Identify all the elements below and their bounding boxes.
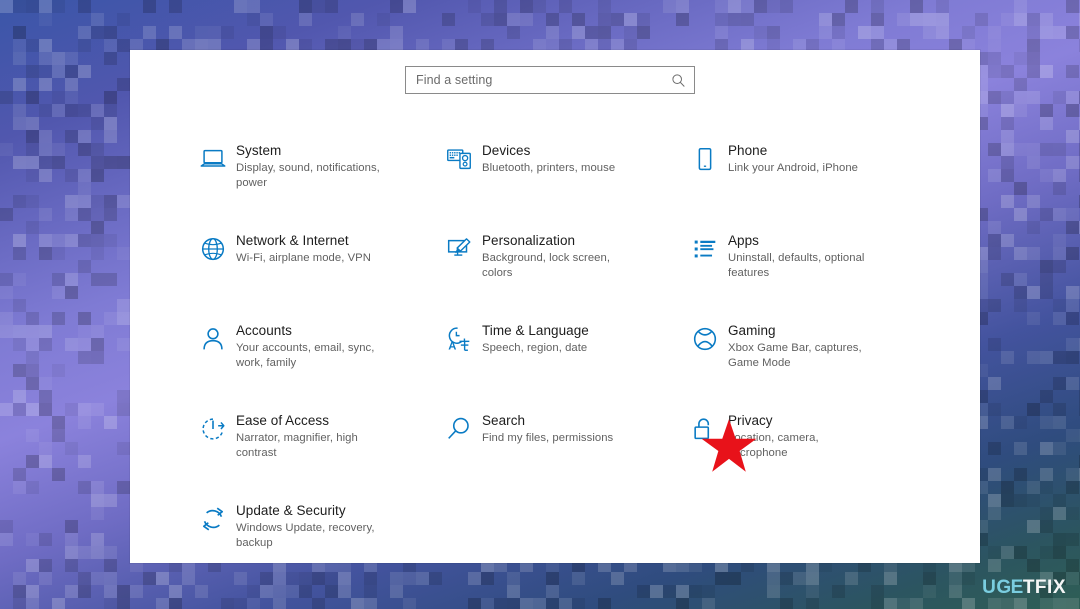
- settings-item-search[interactable]: Search Find my files, permissions: [436, 406, 668, 496]
- settings-item-description: Speech, region, date: [482, 342, 588, 354]
- settings-item-update-security[interactable]: Update & Security Windows Update, recove…: [190, 496, 422, 586]
- laptop-icon: [190, 142, 236, 182]
- settings-item-description: Your accounts, email, sync, work, family: [236, 342, 375, 369]
- settings-item-text: Time & Language Speech, region, date: [482, 322, 589, 356]
- search-icon[interactable]: [671, 73, 686, 88]
- settings-item-text: System Display, sound, notifications, po…: [236, 142, 388, 190]
- refresh-icon: [190, 502, 236, 542]
- settings-item-text: Search Find my files, permissions: [482, 412, 613, 446]
- settings-item-text: Personalization Background, lock screen,…: [482, 232, 634, 280]
- accessibility-clock-icon: [190, 412, 236, 452]
- globe-icon: [190, 232, 236, 272]
- padlock-icon: [682, 412, 728, 452]
- settings-item-text: Ease of Access Narrator, magnifier, high…: [236, 412, 388, 460]
- settings-window: Find a setting System Display, sound, no…: [130, 50, 980, 563]
- watermark-text-tfix: TFIX: [1022, 577, 1066, 598]
- settings-item-personalization[interactable]: Personalization Background, lock screen,…: [436, 226, 668, 316]
- settings-item-description: Narrator, magnifier, high contrast: [236, 432, 358, 459]
- ugetfix-watermark: UG E TFIX: [982, 577, 1066, 599]
- xbox-icon: [682, 322, 728, 362]
- search-placeholder: Find a setting: [416, 73, 493, 87]
- settings-item-privacy[interactable]: Privacy Location, camera, microphone: [682, 406, 914, 496]
- settings-item-system[interactable]: System Display, sound, notifications, po…: [190, 136, 422, 226]
- settings-item-devices[interactable]: Devices Bluetooth, printers, mouse: [436, 136, 668, 226]
- settings-item-title: Network & Internet: [236, 233, 349, 248]
- person-icon: [190, 322, 236, 362]
- clock-language-icon: A: [436, 322, 482, 362]
- settings-item-title: Privacy: [728, 413, 773, 428]
- settings-item-description: Windows Update, recovery, backup: [236, 522, 375, 549]
- settings-item-text: Apps Uninstall, defaults, optional featu…: [728, 232, 880, 280]
- settings-item-title: Search: [482, 413, 526, 428]
- settings-item-title: Personalization: [482, 233, 576, 248]
- settings-item-description: Display, sound, notifications, power: [236, 162, 380, 189]
- phone-icon: [682, 142, 728, 182]
- settings-item-description: Xbox Game Bar, captures, Game Mode: [728, 342, 862, 369]
- settings-item-time-language[interactable]: A Time & Language Speech, region, date: [436, 316, 668, 406]
- list-icon: [682, 232, 728, 272]
- settings-item-title: Apps: [728, 233, 759, 248]
- settings-item-text: Accounts Your accounts, email, sync, wor…: [236, 322, 388, 370]
- search-input[interactable]: Find a setting: [405, 66, 695, 94]
- settings-item-title: System: [236, 143, 282, 158]
- settings-item-apps[interactable]: Apps Uninstall, defaults, optional featu…: [682, 226, 914, 316]
- settings-item-text: Devices Bluetooth, printers, mouse: [482, 142, 615, 176]
- settings-item-description: Bluetooth, printers, mouse: [482, 162, 616, 174]
- keyboard-speaker-icon: [436, 142, 482, 182]
- settings-item-text: Network & Internet Wi-Fi, airplane mode,…: [236, 232, 371, 266]
- settings-item-description: Uninstall, defaults, optional features: [728, 252, 865, 279]
- settings-item-text: Privacy Location, camera, microphone: [728, 412, 880, 460]
- settings-item-title: Ease of Access: [236, 413, 329, 428]
- paintbrush-monitor-icon: [436, 232, 482, 272]
- watermark-text-ug: UG: [982, 577, 1012, 598]
- settings-item-title: Devices: [482, 143, 531, 158]
- settings-item-description: Wi-Fi, airplane mode, VPN: [236, 252, 371, 264]
- settings-item-description: Background, lock screen, colors: [482, 252, 611, 279]
- settings-item-network-internet[interactable]: Network & Internet Wi-Fi, airplane mode,…: [190, 226, 422, 316]
- settings-item-gaming[interactable]: Gaming Xbox Game Bar, captures, Game Mod…: [682, 316, 914, 406]
- search-container: Find a setting: [405, 66, 695, 94]
- settings-item-description: Location, camera, microphone: [728, 432, 819, 459]
- settings-item-ease-of-access[interactable]: Ease of Access Narrator, magnifier, high…: [190, 406, 422, 496]
- settings-item-phone[interactable]: Phone Link your Android, iPhone: [682, 136, 914, 226]
- settings-item-text: Phone Link your Android, iPhone: [728, 142, 858, 176]
- settings-item-text: Gaming Xbox Game Bar, captures, Game Mod…: [728, 322, 880, 370]
- settings-item-text: Update & Security Windows Update, recove…: [236, 502, 388, 550]
- settings-item-title: Time & Language: [482, 323, 589, 338]
- settings-item-description: Link your Android, iPhone: [728, 162, 858, 174]
- settings-item-title: Phone: [728, 143, 768, 158]
- svg-text:A: A: [448, 340, 456, 352]
- settings-item-title: Accounts: [236, 323, 292, 338]
- settings-item-title: Gaming: [728, 323, 776, 338]
- settings-item-title: Update & Security: [236, 503, 346, 518]
- settings-item-description: Find my files, permissions: [482, 432, 614, 444]
- settings-category-grid: System Display, sound, notifications, po…: [190, 136, 950, 586]
- settings-item-accounts[interactable]: Accounts Your accounts, email, sync, wor…: [190, 316, 422, 406]
- magnifier-icon: [436, 412, 482, 452]
